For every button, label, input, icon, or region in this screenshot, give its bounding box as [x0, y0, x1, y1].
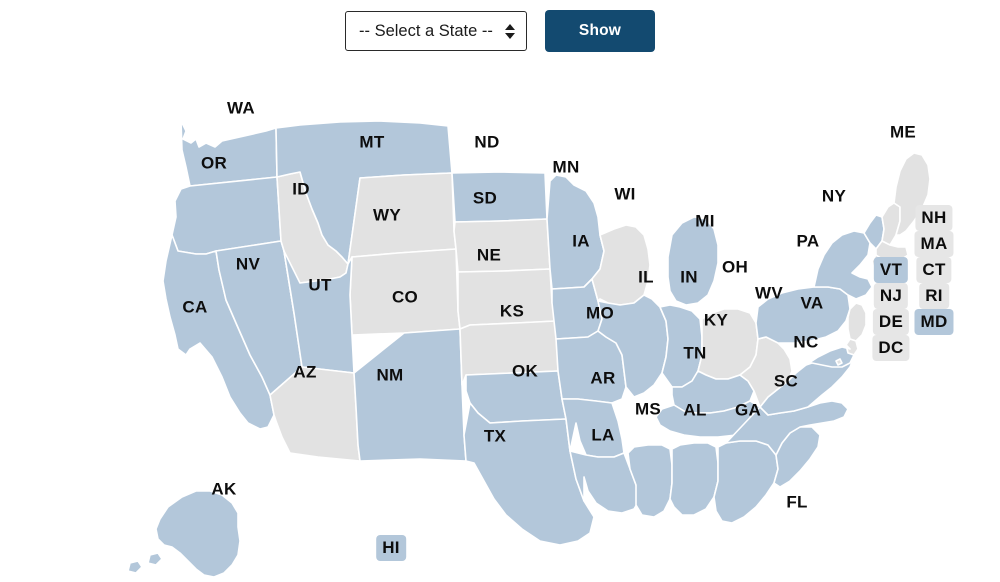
state-label-nv[interactable]: NV — [236, 256, 260, 273]
state-select-wrapper: -- Select a State --AlabamaAlaskaArizona… — [345, 11, 527, 51]
state-label-ak[interactable]: AK — [211, 481, 236, 498]
state-label-nc[interactable]: NC — [793, 334, 818, 351]
state-label-wy[interactable]: WY — [373, 207, 401, 224]
state-label-sc[interactable]: SC — [774, 373, 798, 390]
state-shape-wi[interactable] — [591, 224, 651, 306]
state-shape-ak[interactable] — [127, 490, 241, 578]
state-label-mt[interactable]: MT — [359, 134, 384, 151]
state-label-ar[interactable]: AR — [590, 370, 615, 387]
state-label-az[interactable]: AZ — [293, 364, 316, 381]
state-label-ia[interactable]: IA — [572, 233, 590, 250]
state-label-ok[interactable]: OK — [512, 363, 538, 380]
us-state-map: WA OR CA NV ID MT WY UT CO AZ NM ND SD NE KS OK TX MN IA MO… — [0, 55, 1000, 582]
state-label-ky[interactable]: KY — [704, 312, 728, 329]
state-shape-nh[interactable] — [881, 202, 901, 246]
state-label-nd[interactable]: ND — [474, 134, 499, 151]
state-label-nh[interactable]: NH — [915, 205, 953, 231]
state-label-ri[interactable]: RI — [919, 283, 949, 309]
state-label-ga[interactable]: GA — [735, 402, 761, 419]
state-label-wv[interactable]: WV — [755, 285, 783, 302]
state-shape-al[interactable] — [669, 442, 719, 516]
state-shape-sd[interactable] — [453, 218, 551, 273]
state-label-ms[interactable]: MS — [635, 401, 661, 418]
state-label-ct[interactable]: CT — [916, 257, 952, 283]
state-label-id[interactable]: ID — [292, 181, 310, 198]
state-label-me[interactable]: ME — [890, 124, 916, 141]
state-label-vt[interactable]: VT — [873, 257, 909, 283]
state-label-va[interactable]: VA — [801, 295, 824, 312]
state-label-de[interactable]: DE — [872, 309, 910, 335]
state-shape-nj[interactable] — [847, 302, 867, 342]
state-label-ks[interactable]: KS — [500, 303, 524, 320]
state-label-pa[interactable]: PA — [797, 233, 820, 250]
state-label-tn[interactable]: TN — [683, 345, 706, 362]
state-label-nm[interactable]: NM — [376, 367, 403, 384]
show-button[interactable]: Show — [545, 10, 655, 52]
map-toolbar: -- Select a State --AlabamaAlaskaArizona… — [0, 0, 1000, 62]
state-shape-or[interactable] — [171, 176, 282, 255]
state-label-al[interactable]: AL — [683, 402, 706, 419]
state-shape-ga[interactable] — [713, 440, 779, 524]
state-label-mi[interactable]: MI — [695, 213, 714, 230]
state-shape-wa[interactable] — [180, 120, 278, 187]
state-label-tx[interactable]: TX — [484, 428, 506, 445]
state-label-ut[interactable]: UT — [308, 277, 331, 294]
state-label-ne[interactable]: NE — [477, 247, 501, 264]
state-label-sd[interactable]: SD — [473, 190, 497, 207]
state-label-or[interactable]: OR — [201, 155, 227, 172]
state-label-il[interactable]: IL — [638, 269, 654, 286]
state-label-co[interactable]: CO — [392, 289, 418, 306]
state-label-fl[interactable]: FL — [786, 494, 807, 511]
state-shape-dc[interactable] — [835, 358, 843, 366]
state-label-wi[interactable]: WI — [614, 186, 635, 203]
state-label-wa[interactable]: WA — [227, 100, 255, 117]
state-label-la[interactable]: LA — [591, 427, 614, 444]
state-label-ma[interactable]: MA — [914, 231, 954, 257]
state-shape-nm[interactable] — [353, 328, 467, 462]
state-label-ca[interactable]: CA — [182, 299, 207, 316]
state-label-dc[interactable]: DC — [872, 335, 910, 361]
state-label-in[interactable]: IN — [680, 269, 698, 286]
state-label-md[interactable]: MD — [914, 309, 954, 335]
state-label-mn[interactable]: MN — [552, 159, 579, 176]
state-label-nj[interactable]: NJ — [873, 283, 909, 309]
state-shape-nd[interactable] — [451, 171, 548, 223]
state-label-oh[interactable]: OH — [722, 259, 748, 276]
state-select[interactable]: -- Select a State --AlabamaAlaskaArizona… — [345, 11, 527, 51]
state-label-ny[interactable]: NY — [822, 188, 846, 205]
state-label-mo[interactable]: MO — [586, 305, 614, 322]
state-label-hi[interactable]: HI — [376, 535, 406, 561]
